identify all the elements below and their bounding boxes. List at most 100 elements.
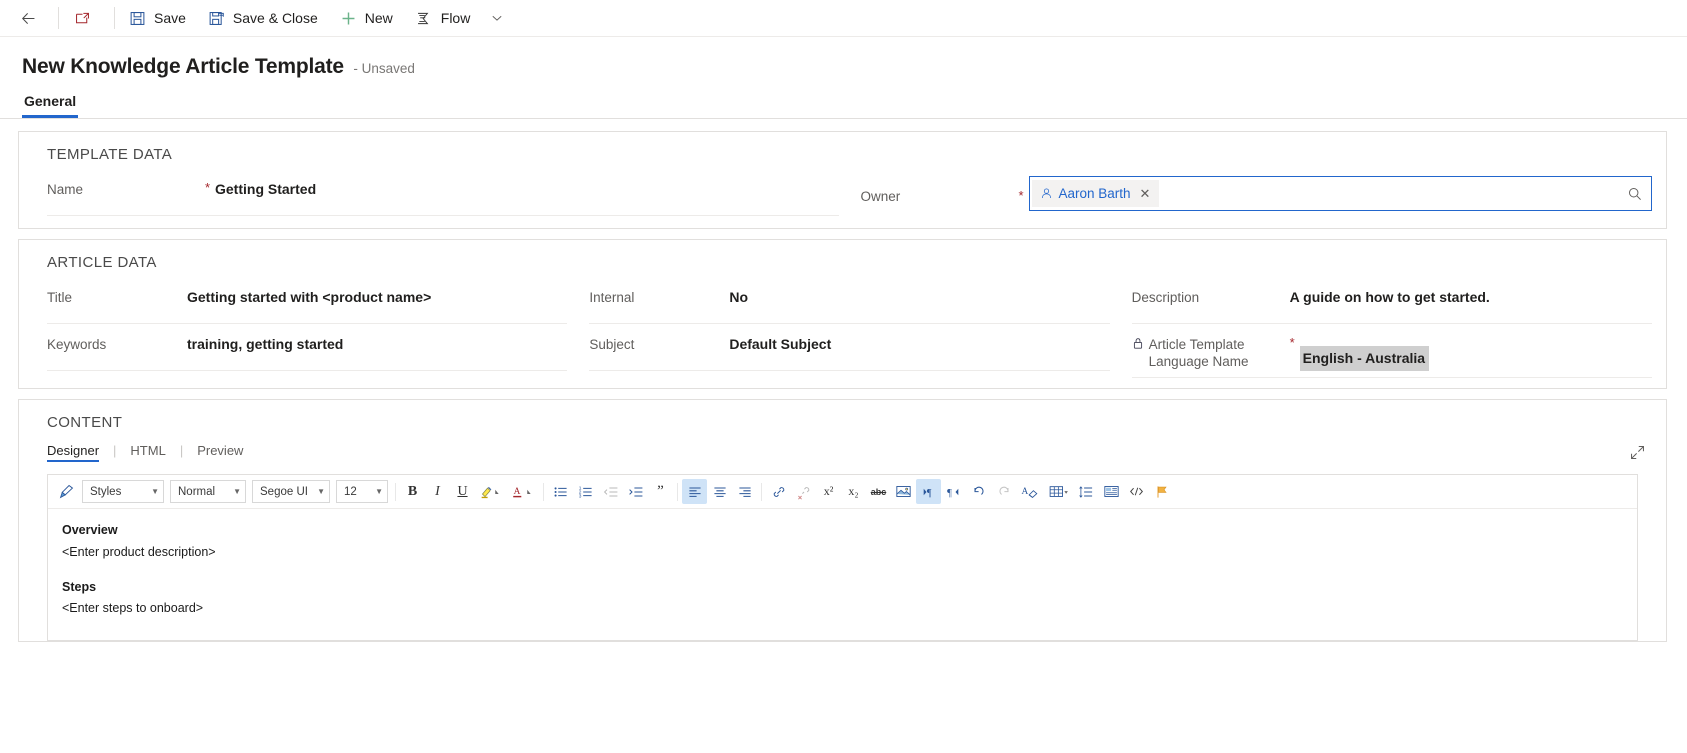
superscript-button[interactable]: x² xyxy=(816,479,841,504)
bold-button[interactable]: B xyxy=(400,479,425,504)
svg-text:3: 3 xyxy=(578,493,581,499)
tab-general-label: General xyxy=(24,93,77,109)
font-family-dropdown[interactable]: Segoe UI ▼ xyxy=(252,480,330,503)
field-description-value[interactable]: A guide on how to get started. xyxy=(1290,284,1652,307)
chevron-down-icon: ▼ xyxy=(233,487,241,496)
unsaved-status: - Unsaved xyxy=(353,61,415,76)
block-quote-glyph: ” xyxy=(657,483,664,499)
styles-dropdown[interactable]: Styles ▼ xyxy=(82,480,164,503)
owner-lookup-name: Aaron Barth xyxy=(1058,186,1131,201)
remove-link-icon[interactable] xyxy=(791,479,816,504)
undo-icon[interactable] xyxy=(966,479,991,504)
right-to-left-icon[interactable]: ¶ xyxy=(941,479,966,504)
back-button[interactable] xyxy=(10,0,55,36)
field-language-label-line1: Article Template xyxy=(1148,337,1245,352)
font-color-icon[interactable]: A xyxy=(507,479,539,504)
left-to-right-icon[interactable]: ¶ xyxy=(916,479,941,504)
underline-button[interactable]: U xyxy=(450,479,475,504)
bold-label: B xyxy=(407,483,418,499)
block-quote-icon[interactable]: ” xyxy=(648,479,673,504)
tab-html[interactable]: HTML xyxy=(130,443,165,462)
italic-label: I xyxy=(435,483,440,499)
field-language-value[interactable]: English - Australia xyxy=(1299,346,1430,371)
font-size-dropdown[interactable]: 12 ▼ xyxy=(336,480,388,503)
insert-table-icon[interactable] xyxy=(1044,479,1074,504)
source-code-icon[interactable] xyxy=(1124,479,1149,504)
save-button-label: Save xyxy=(154,10,186,26)
bulleted-list-icon[interactable] xyxy=(548,479,573,504)
new-button[interactable]: New xyxy=(329,0,404,36)
field-keywords-value[interactable]: training, getting started xyxy=(187,331,567,354)
lock-icon xyxy=(1132,336,1144,350)
field-title-label: Title xyxy=(47,290,73,305)
decrease-indent-icon[interactable] xyxy=(598,479,623,504)
strikethrough-label: abc xyxy=(870,486,887,497)
field-internal-value[interactable]: No xyxy=(729,284,1109,307)
chevron-down-icon: ▼ xyxy=(375,487,383,496)
align-left-icon[interactable] xyxy=(682,479,707,504)
field-subject: Subject Default Subject xyxy=(589,324,1110,371)
insert-template-icon[interactable] xyxy=(1099,479,1124,504)
popout-button[interactable] xyxy=(62,0,111,36)
strikethrough-button[interactable]: abc xyxy=(866,479,891,504)
field-language-label-line2: Language Name xyxy=(1148,354,1249,369)
command-overflow-button[interactable] xyxy=(481,0,521,36)
section-article-data: ARTICLE DATA Title Getting started with … xyxy=(18,239,1667,389)
owner-lookup-input[interactable]: Aaron Barth ✕ xyxy=(1028,176,1652,211)
align-center-icon[interactable] xyxy=(707,479,732,504)
field-description-label: Description xyxy=(1131,290,1200,305)
field-description: Description A guide on how to get starte… xyxy=(1131,277,1652,324)
field-name-value[interactable]: Getting Started xyxy=(215,176,839,199)
article-data-column-2: Internal No Subject Default Subject xyxy=(575,277,1110,378)
field-subject-value[interactable]: Default Subject xyxy=(729,331,1109,354)
increase-indent-icon[interactable] xyxy=(623,479,648,504)
italic-button[interactable]: I xyxy=(425,479,450,504)
flag-icon[interactable] xyxy=(1149,479,1174,504)
insert-image-icon[interactable] xyxy=(891,479,916,504)
superscript-label: x² xyxy=(823,484,834,498)
tab-designer-label: Designer xyxy=(47,443,100,458)
insert-link-icon[interactable] xyxy=(766,479,791,504)
field-keywords-label: Keywords xyxy=(47,337,107,352)
command-bar-divider-2 xyxy=(114,7,115,29)
editor-tab-divider-1: | xyxy=(113,443,117,458)
field-owner-required-marker: * xyxy=(1018,188,1024,203)
field-title-value[interactable]: Getting started with <product name> xyxy=(187,284,567,307)
svg-text:A: A xyxy=(514,487,521,497)
chevron-down-icon xyxy=(490,11,504,25)
tab-designer[interactable]: Designer xyxy=(47,443,100,462)
numbered-list-icon[interactable]: 1 2 3 xyxy=(573,479,598,504)
font-family-value: Segoe UI xyxy=(260,485,308,498)
owner-lookup-tag[interactable]: Aaron Barth ✕ xyxy=(1031,180,1160,207)
flow-button-label: Flow xyxy=(440,10,471,26)
font-size-value: 12 xyxy=(344,485,357,498)
toolbar-divider-1 xyxy=(395,482,396,501)
save-button[interactable]: Save xyxy=(118,0,197,36)
expand-editor-icon[interactable] xyxy=(1629,444,1652,461)
tab-preview[interactable]: Preview xyxy=(197,443,243,462)
form-scroll-area: TEMPLATE DATA Name * Getting Started Own… xyxy=(0,119,1687,743)
subscript-button[interactable]: x₂ xyxy=(841,479,866,504)
redo-icon[interactable] xyxy=(991,479,1016,504)
svg-text:A: A xyxy=(1022,487,1029,497)
toolbar-divider-2 xyxy=(543,482,544,501)
form-tabstrip: General xyxy=(0,79,1687,119)
field-keywords: Keywords training, getting started xyxy=(47,324,568,371)
section-article-data-title: ARTICLE DATA xyxy=(47,254,157,271)
clear-formatting-icon[interactable]: A xyxy=(1016,479,1044,504)
tab-preview-label: Preview xyxy=(197,443,244,458)
svg-text:¶: ¶ xyxy=(947,488,952,499)
subscript-label: x₂ xyxy=(848,484,859,498)
flow-button[interactable]: Flow xyxy=(404,0,482,36)
align-right-icon[interactable] xyxy=(732,479,757,504)
tab-general[interactable]: General xyxy=(22,93,79,118)
owner-remove-icon[interactable]: ✕ xyxy=(1137,186,1154,202)
format-painter-icon[interactable] xyxy=(54,479,79,504)
line-spacing-icon[interactable] xyxy=(1074,479,1099,504)
rte-content-body[interactable]: Overview <Enter product description> Ste… xyxy=(48,509,1637,640)
owner-lookup-search-icon[interactable] xyxy=(1627,186,1647,202)
command-bar-divider-1 xyxy=(58,7,59,29)
save-and-close-button[interactable]: Save & Close xyxy=(197,0,329,36)
highlight-color-icon[interactable] xyxy=(475,479,507,504)
paragraph-format-dropdown[interactable]: Normal ▼ xyxy=(170,480,246,503)
